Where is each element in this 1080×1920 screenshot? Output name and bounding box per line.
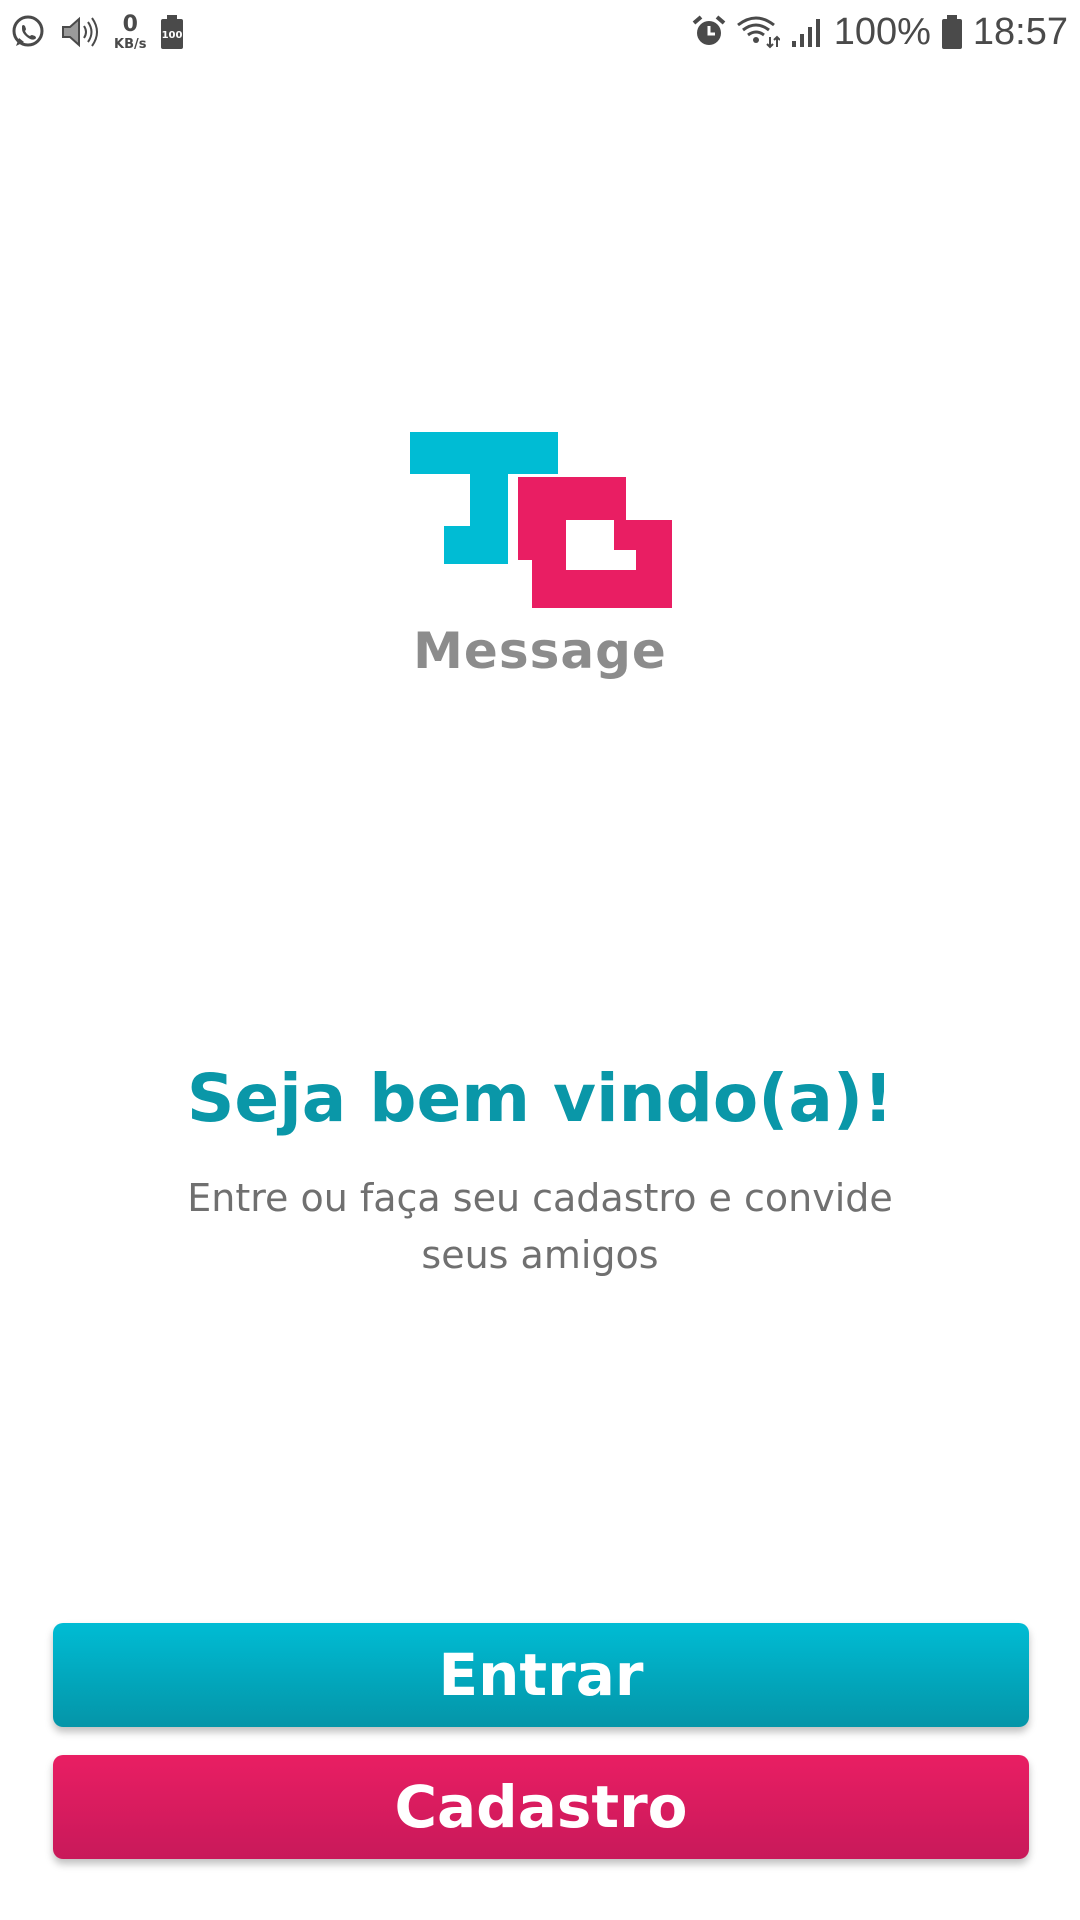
whatsapp-icon: [10, 14, 46, 50]
welcome-subtitle: Entre ou faça seu cadastro e convide seu…: [187, 1176, 893, 1277]
register-button[interactable]: Cadastro: [53, 1755, 1029, 1859]
enter-button[interactable]: Entrar: [53, 1623, 1029, 1727]
data-speed-value: 0: [122, 11, 138, 37]
alarm-icon: [692, 15, 726, 49]
welcome-title: Seja bem vindo(a)!: [186, 1060, 894, 1137]
battery-saver-icon: 100: [160, 14, 184, 50]
signal-icon: [790, 15, 824, 49]
logo-caption: Message: [413, 622, 667, 680]
battery-saver-label: 100: [162, 30, 183, 41]
wifi-icon: [736, 15, 780, 49]
battery-icon: [941, 14, 963, 50]
data-speed-unit: KB/s: [114, 36, 147, 52]
app-logo: [410, 432, 672, 610]
status-bar-right: 100% 18:57: [692, 0, 1068, 64]
battery-percent: 100%: [833, 10, 931, 53]
status-bar: 0 KB/s 100 100% 18:57: [0, 0, 1080, 64]
data-speed-icon: 0 KB/s: [114, 11, 147, 52]
status-bar-left: 0 KB/s 100: [10, 0, 184, 64]
clock: 18:57: [972, 10, 1068, 53]
speaker-icon: [60, 15, 100, 49]
